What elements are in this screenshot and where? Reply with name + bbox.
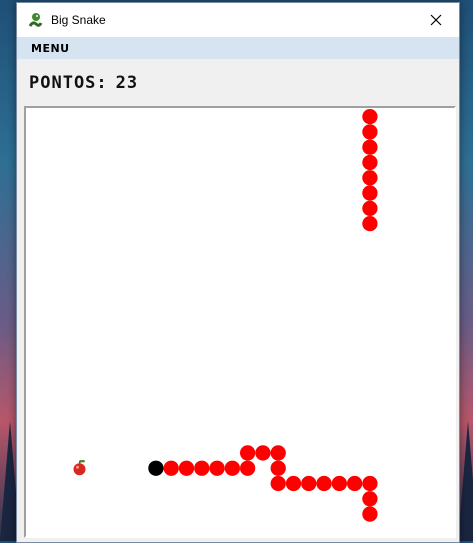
snake-segment xyxy=(240,445,256,461)
snake-head xyxy=(148,460,164,476)
snake-segment xyxy=(270,445,286,461)
snake-segment xyxy=(362,154,378,171)
snake-segment xyxy=(331,475,347,492)
game-board[interactable] xyxy=(24,106,456,538)
close-icon xyxy=(430,14,442,26)
game-canvas xyxy=(73,109,378,522)
snake-segment xyxy=(362,216,378,232)
snake-segment xyxy=(362,139,378,155)
score-value: 23 xyxy=(115,73,139,93)
snake-segment xyxy=(270,475,286,492)
score-panel: PONTOS: 23 xyxy=(17,59,459,107)
snake-segment xyxy=(362,200,378,216)
close-button[interactable] xyxy=(413,3,459,37)
snake-segment xyxy=(362,475,378,492)
snake-segment xyxy=(362,491,378,507)
snake-segment xyxy=(362,506,378,522)
title-bar: Big Snake xyxy=(17,3,459,37)
snake-segment xyxy=(285,475,302,492)
snake-icon xyxy=(28,13,43,27)
snake-segment xyxy=(163,460,179,476)
snake-segment xyxy=(362,109,378,125)
snake-segment xyxy=(209,460,225,476)
snake-segment xyxy=(362,124,378,140)
snake-segment xyxy=(240,460,256,476)
game-window: Big Snake MENU PONTOS: 23 xyxy=(16,2,460,543)
snake-segment xyxy=(178,460,195,476)
window-title: Big Snake xyxy=(51,13,106,27)
snake-segment xyxy=(301,475,317,492)
snake-segment xyxy=(270,460,286,476)
snake-segment xyxy=(316,475,332,492)
background-tree xyxy=(458,421,473,541)
menu-bar: MENU xyxy=(17,37,459,59)
snake-segment xyxy=(194,460,210,476)
snake-segment xyxy=(224,460,241,476)
snake-segment xyxy=(362,170,378,186)
snake-segment xyxy=(347,475,363,492)
menu-item-menu[interactable]: MENU xyxy=(31,42,70,55)
snake-segment xyxy=(255,445,271,461)
apple-icon xyxy=(73,459,86,476)
score-label: PONTOS: xyxy=(29,73,108,93)
snake-segment xyxy=(362,185,378,201)
